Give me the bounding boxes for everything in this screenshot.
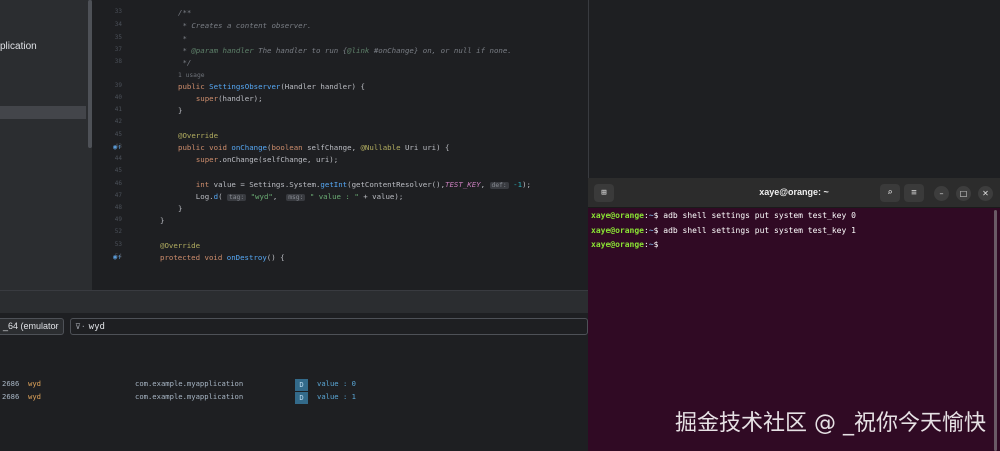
prompt-symbol: $ <box>653 211 664 220</box>
log-package: com.example.myapplication <box>135 392 244 401</box>
code-editor[interactable]: 33 34 35 37 38 39 40 41 42 45 43 44 45 46 47 48 49 52 53 54… <box>92 0 588 290</box>
code-line[interactable]: /** <box>178 8 191 17</box>
log-level-badge: D <box>295 379 308 391</box>
terminal-titlebar[interactable]: ⊞ xaye@orange: ~ ⌕ ≡ – □ ✕ <box>588 178 1000 208</box>
desktop-background <box>589 0 1000 178</box>
hamburger-menu-icon[interactable]: ≡ <box>904 184 924 202</box>
line-number: 37 <box>114 46 122 53</box>
log-message: value : 0 <box>317 379 356 388</box>
project-tree-item[interactable]: plication <box>0 41 37 52</box>
line-number: 41 <box>114 106 122 113</box>
terminal-line: xaye@orange:~$ adb shell settings put sy… <box>591 211 856 220</box>
line-number: 42 <box>114 118 122 125</box>
code-line[interactable]: super(handler); <box>178 94 263 103</box>
code-line[interactable]: @Override <box>178 131 218 140</box>
line-number: 33 <box>114 8 122 15</box>
code-line[interactable]: */ <box>178 58 191 67</box>
prompt-user: xaye@orange <box>591 240 644 249</box>
code-line[interactable]: public SettingsObserver(Handler handler)… <box>178 82 365 91</box>
maximize-icon[interactable]: □ <box>956 186 971 201</box>
log-row[interactable]: 2686 wyd com.example.myapplication Dvalue :… <box>0 379 588 391</box>
prompt-symbol: $ <box>653 240 664 249</box>
log-pid: 2686 <box>2 379 20 388</box>
android-studio-window: plication 33 34 35 37 38 39 40 41 42 45 43 44 45 46 47… <box>0 0 588 451</box>
line-number: 48 <box>114 204 122 211</box>
terminal-line: xaye@orange:~$ <box>591 240 663 249</box>
code-line[interactable]: } <box>160 216 164 225</box>
code-line[interactable]: } <box>178 204 182 213</box>
line-number: 45 <box>114 131 122 138</box>
line-number: 47 <box>114 192 122 199</box>
override-gutter-icon[interactable]: ◉↑ <box>113 143 121 151</box>
line-number: 40 <box>114 94 122 101</box>
override-gutter-icon[interactable]: ◉↑ <box>113 253 121 261</box>
code-line[interactable]: * Creates a content observer. <box>178 21 311 30</box>
device-selector[interactable]: _64 (emulator ⌄ <box>0 318 64 335</box>
code-line[interactable]: } <box>178 106 182 115</box>
line-number: 52 <box>114 228 122 235</box>
code-line[interactable]: public void onChange(boolean selfChange,… <box>178 143 449 152</box>
editor-gutter: 33 34 35 37 38 39 40 41 42 45 43 44 45 46 47 48 49 52 53 54… <box>92 0 150 290</box>
log-row[interactable]: 2686 wyd com.example.myapplication Dvalue :… <box>0 392 588 404</box>
line-number: 35 <box>114 34 122 41</box>
code-line[interactable]: super.onChange(selfChange, uri); <box>178 155 338 164</box>
log-level-badge: D <box>295 392 308 404</box>
watermark-text: 掘金技术社区 @ _祝你今天愉快 <box>675 411 986 436</box>
prompt-symbol: $ <box>653 225 664 235</box>
log-tag: wyd <box>28 392 41 401</box>
line-number: 53 <box>114 241 122 248</box>
close-icon[interactable]: ✕ <box>978 186 993 201</box>
code-line[interactable]: protected void onDestroy() { <box>160 253 285 262</box>
terminal-command: adb shell settings put system test_key 1 <box>663 225 856 235</box>
log-message: value : 1 <box>317 392 356 401</box>
project-tree-selected-row[interactable] <box>0 106 86 119</box>
line-number: 39 <box>114 82 122 89</box>
logcat-header-bar <box>0 291 588 313</box>
logcat-filter-value: wyd <box>88 322 105 332</box>
line-number: 38 <box>114 58 122 65</box>
line-number: 45 <box>114 167 122 174</box>
chevron-down-icon: ⌄ <box>53 323 59 330</box>
code-line[interactable]: Log.d( tag: "wyd", msg: " value : " + va… <box>178 192 403 201</box>
device-selector-label: _64 (emulator <box>3 321 59 331</box>
log-tag: wyd <box>28 379 41 388</box>
search-icon[interactable]: ⌕ <box>880 184 900 202</box>
logcat-panel: _64 (emulator ⌄ ⊽· wyd 2686 wyd com.example… <box>0 290 588 451</box>
minimize-icon[interactable]: – <box>934 186 949 201</box>
log-package: com.example.myapplication <box>135 379 244 388</box>
prompt-user: xaye@orange <box>591 211 644 220</box>
prompt-user: xaye@orange <box>591 225 644 235</box>
terminal-command: adb shell settings put system test_key 0 <box>663 211 856 220</box>
logcat-filter-input[interactable]: ⊽· wyd <box>70 318 588 335</box>
terminal-scrollbar[interactable] <box>994 210 997 451</box>
code-line[interactable]: @Override <box>160 241 200 250</box>
code-line[interactable]: 1 usage <box>178 70 205 79</box>
log-pid: 2686 <box>2 392 20 401</box>
project-panel: plication <box>0 0 92 290</box>
code-line[interactable]: int value = Settings.System.getInt(getCo… <box>178 180 531 189</box>
filter-icon: ⊽· <box>75 322 86 331</box>
code-line[interactable]: * <box>178 34 186 43</box>
terminal-line: xaye@orange:~$ adb shell settings put sy… <box>591 226 856 235</box>
line-number: 44 <box>114 155 122 162</box>
code-line[interactable]: * @param handler The handler to run {@li… <box>178 46 511 55</box>
line-number: 46 <box>114 180 122 187</box>
line-number: 34 <box>114 21 122 28</box>
line-number: 49 <box>114 216 122 223</box>
